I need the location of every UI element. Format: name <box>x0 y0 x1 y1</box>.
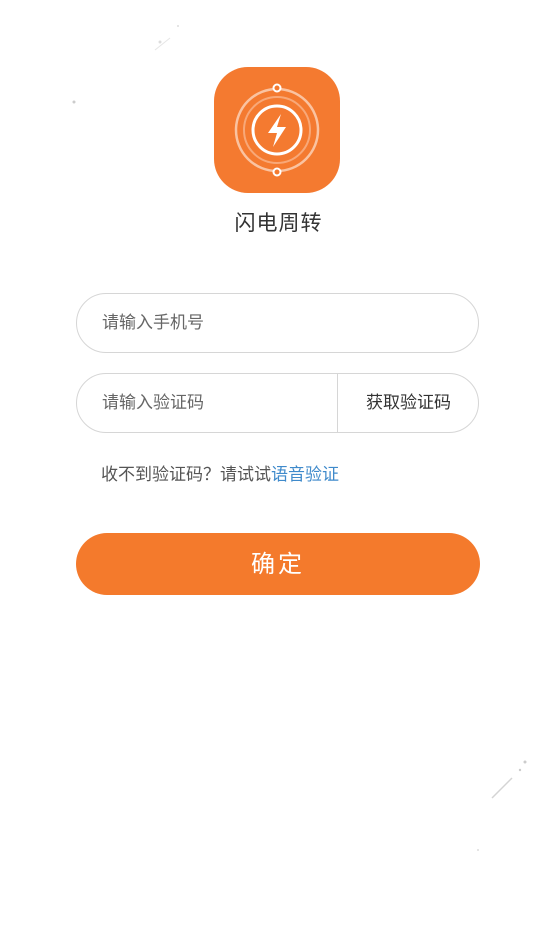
verification-code-input[interactable] <box>102 374 342 432</box>
get-code-button[interactable]: 获取验证码 <box>338 374 479 432</box>
lightning-bolt-icon <box>234 83 320 177</box>
verification-code-field: 获取验证码 <box>76 373 479 433</box>
hint-text: 收不到验证码？请试试 <box>101 465 271 485</box>
confirm-button[interactable]: 确定 <box>76 533 480 595</box>
app-logo <box>214 67 340 193</box>
login-page: 闪电周转 获取验证码 收不到验证码？请试试语音验证 确定 <box>0 0 557 938</box>
phone-field <box>76 293 479 353</box>
app-name: 闪电周转 <box>234 211 323 235</box>
voice-verification-hint: 收不到验证码？请试试语音验证 <box>101 460 339 485</box>
phone-input[interactable] <box>102 294 342 352</box>
decorative-sparkles-bottom <box>477 760 527 851</box>
voice-verification-link[interactable]: 语音验证 <box>271 465 339 485</box>
